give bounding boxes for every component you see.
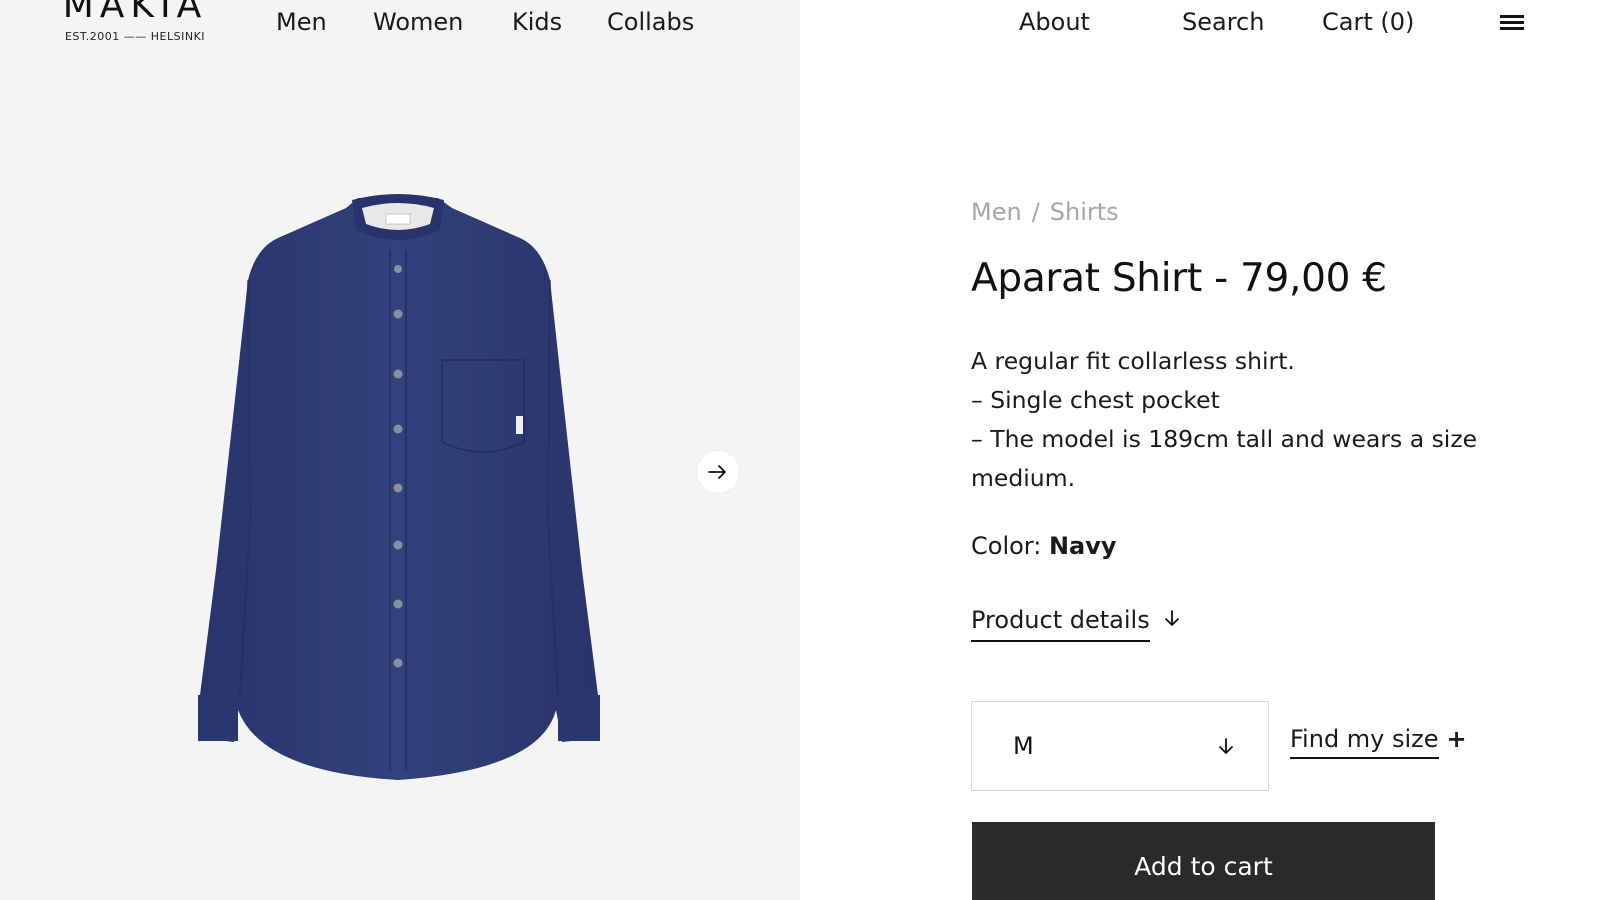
breadcrumb-shirts[interactable]: Shirts: [1050, 198, 1119, 226]
breadcrumb-separator: /: [1031, 198, 1040, 226]
nav-about[interactable]: About: [1019, 6, 1090, 38]
product-title: Aparat Shirt - 79,00 €: [971, 256, 1387, 301]
find-my-size-label: Find my size: [1290, 725, 1439, 759]
carousel-next-button[interactable]: [697, 451, 739, 493]
shirt-illustration: [198, 194, 600, 780]
size-select[interactable]: M: [971, 701, 1269, 791]
nav-kids[interactable]: Kids: [512, 6, 562, 38]
arrow-down-icon: [1164, 606, 1180, 634]
description-line: A regular fit collarless shirt.: [971, 347, 1295, 375]
arrow-right-icon: [708, 465, 726, 479]
brand-logo[interactable]: MAKIA EST.2001 —— HELSINKI: [52, 0, 218, 46]
nav-collabs[interactable]: Collabs: [607, 6, 694, 38]
product-image: [190, 190, 620, 800]
product-details-label: Product details: [971, 606, 1150, 642]
nav-cart[interactable]: Cart (0): [1322, 6, 1414, 38]
color-label: Color:: [971, 532, 1042, 560]
plus-icon: +: [1446, 725, 1467, 753]
product-description: A regular fit collarless shirt. – Single…: [971, 342, 1511, 498]
add-to-cart-button[interactable]: Add to cart: [972, 822, 1435, 900]
breadcrumb-men[interactable]: Men: [971, 198, 1022, 226]
product-gallery: [0, 0, 800, 900]
breadcrumb: Men / Shirts: [971, 198, 1119, 226]
description-line: – Single chest pocket: [971, 386, 1220, 414]
arrow-down-icon: [1218, 736, 1234, 760]
color-info: Color: Navy: [971, 532, 1117, 560]
brand-tagline: EST.2001 —— HELSINKI: [64, 30, 206, 43]
description-line: – The model is 189cm tall and wears a si…: [971, 425, 1478, 492]
nav-women[interactable]: Women: [373, 6, 463, 38]
nav-search[interactable]: Search: [1182, 6, 1264, 38]
hamburger-icon[interactable]: [1500, 15, 1524, 33]
color-value: Navy: [1048, 532, 1117, 560]
size-selected-value: M: [1013, 732, 1034, 760]
product-details-toggle[interactable]: Product details: [971, 606, 1180, 642]
nav-men[interactable]: Men: [276, 6, 327, 38]
brand-name: MAKIA: [62, 0, 208, 26]
find-my-size-link[interactable]: Find my size +: [1290, 725, 1467, 759]
